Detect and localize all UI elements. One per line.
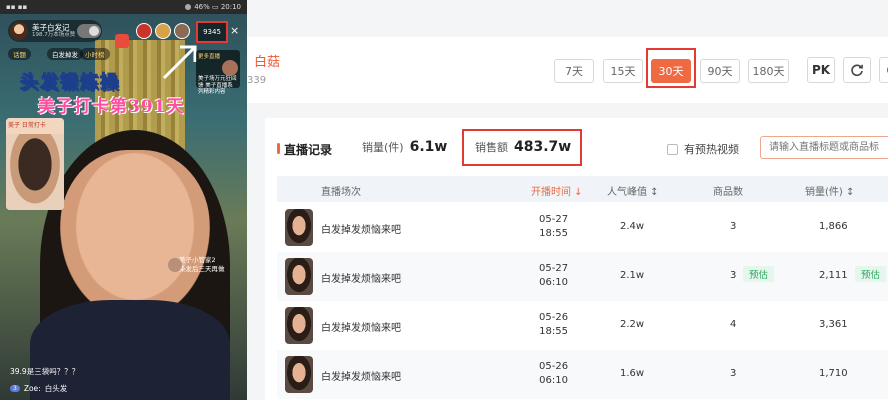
estimate-badge: 预估 (855, 266, 887, 282)
more-live-panel[interactable]: 更多直播 美子场万元狂回馈 美子直播系列精彩内容 (196, 50, 240, 95)
checkbox[interactable] (667, 143, 678, 155)
peak-viewers: 1.6w (620, 368, 645, 379)
section-title: 直播记录 (277, 141, 332, 158)
product-card[interactable]: 美子 日常打卡 (6, 118, 64, 210)
comment-text: 白头发 (44, 384, 68, 393)
product-image (6, 134, 64, 210)
viewer-avatar (174, 23, 190, 39)
stream-title-line1: 头发锻炼操 (20, 72, 120, 94)
column-header-start-time[interactable]: 开播时间 ↓ (531, 183, 583, 198)
table-row[interactable]: 白发掉发烦恼来吧 05-27 06:10 2.1w 3 预估 2,111 预估 (277, 252, 888, 301)
analytics-dashboard: 白菇 339 7天 15天 30天 90天 180天 PK 直播记录 销量(件)… (247, 0, 888, 400)
goods-count: 3 (730, 270, 737, 281)
more-tool-button[interactable] (879, 57, 888, 83)
table-row[interactable]: 白发掉发烦恼来吧 05-26 06:10 1.6w 3 1,710 (277, 350, 888, 399)
preheat-video-filter[interactable]: 有预热视频 (667, 141, 739, 157)
assistant-text: 染发后三天再做 (179, 264, 225, 273)
status-right: 46% ▭ 20:10 (194, 3, 241, 11)
user-level-badge: 3 (10, 385, 20, 392)
live-stream-phone: ▪▪ ▪▪ 46% ▭ 20:10 美子白发记 198.7万本场点赞 9345 … (0, 0, 247, 400)
sales-count: 1,710 (819, 368, 848, 379)
column-header-peak[interactable]: 人气峰值 ↕ (607, 183, 659, 198)
table-row[interactable]: 白发掉发烦恼来吧 05-26 18:55 2.2w 4 3,361 (277, 301, 888, 350)
sales-count: 2,111 (819, 270, 848, 281)
assistant-name: 美子小管家2 (179, 256, 216, 264)
red-packet-icon[interactable] (115, 34, 129, 48)
goods-count: 3 (730, 221, 737, 232)
follow-toggle[interactable] (77, 24, 101, 38)
range-15d-button[interactable]: 15天 (603, 59, 643, 83)
host-name: 美子白发记 (32, 22, 70, 32)
viewer-avatars[interactable] (136, 23, 190, 39)
host-avatar (10, 22, 28, 40)
chat-comment: 39.9是三袋吗？？？ (10, 367, 80, 376)
table-row[interactable]: 白发掉发烦恼来吧 05-27 18:55 2.4w 3 1,866 (277, 203, 888, 252)
estimate-badge: 预估 (743, 266, 775, 282)
start-time: 05-26 06:10 (539, 361, 569, 386)
column-header-goods: 商品数 (713, 187, 743, 198)
session-title[interactable]: 白发掉发烦恼来吧 (321, 319, 401, 334)
range-180d-button[interactable]: 180天 (748, 59, 789, 83)
hourly-rank-tag[interactable]: 小时榜 (80, 48, 110, 60)
account-id: 339 (247, 75, 267, 86)
peak-viewers: 2.4w (620, 221, 645, 232)
range-7d-button[interactable]: 7天 (554, 59, 594, 83)
more-live-thumbnail (222, 60, 238, 76)
chat-comment: 3 Zoe: 白头发 (10, 383, 67, 394)
account-name: 白菇 (254, 55, 281, 70)
product-banner: 美子 日常打卡 (6, 118, 64, 134)
viewer-avatar (155, 23, 171, 39)
refresh-button[interactable] (843, 57, 871, 83)
sales-amount-metric: 销售额 483.7w (475, 139, 572, 155)
session-title[interactable]: 白发掉发烦恼来吧 (321, 221, 401, 236)
topic-tag[interactable]: 话题 (8, 48, 31, 60)
session-thumbnail (285, 356, 313, 393)
session-thumbnail (285, 307, 313, 344)
hair-loss-tag[interactable]: 白发掉发 (47, 48, 83, 60)
peak-viewers: 2.1w (620, 270, 645, 281)
session-thumbnail (285, 209, 313, 246)
host-face (60, 150, 210, 320)
viewer-avatar (136, 23, 152, 39)
range-90d-button[interactable]: 90天 (700, 59, 740, 83)
peak-viewers: 2.2w (620, 319, 645, 330)
sales-count: 3,361 (819, 319, 848, 330)
refresh-icon (851, 64, 863, 77)
sales-qty-metric: 销量(件) 6.1w (362, 139, 448, 155)
screenshot-root: ▪▪ ▪▪ 46% ▭ 20:10 美子白发记 198.7万本场点赞 9345 … (0, 0, 888, 400)
start-time: 05-27 06:10 (539, 263, 569, 288)
assistant-avatar (168, 258, 182, 272)
host-likes: 198.7万本场点赞 (32, 32, 76, 38)
more-live-subtitle: 美子场万元狂回馈 美子直播系列精彩内容 (198, 76, 237, 96)
search-input[interactable] (760, 136, 888, 159)
stream-title-line2: 美子打卡第391天 (38, 97, 185, 117)
close-icon[interactable]: × (230, 24, 239, 37)
phone-status-bar: ▪▪ ▪▪ 46% ▭ 20:10 (0, 0, 247, 14)
column-header-sales[interactable]: 销量(件) ↕ (805, 183, 854, 198)
session-thumbnail (285, 258, 313, 295)
column-header-session: 直播场次 (321, 187, 361, 198)
goods-count: 4 (730, 319, 737, 330)
start-time: 05-27 18:55 (539, 214, 569, 239)
session-title[interactable]: 白发掉发烦恼来吧 (321, 368, 401, 383)
session-title[interactable]: 白发掉发烦恼来吧 (321, 270, 401, 285)
goods-count: 3 (730, 368, 737, 379)
sales-count: 1,866 (819, 221, 848, 232)
more-live-title: 更多直播 (198, 54, 221, 60)
range-30d-button[interactable]: 30天 (651, 59, 691, 83)
comment-user: Zoe: (23, 384, 41, 393)
pk-button[interactable]: PK (807, 57, 835, 83)
start-time: 05-26 18:55 (539, 312, 569, 337)
viewer-count[interactable]: 9345 (196, 21, 228, 43)
assistant-message: 美子小管家2 染发后三天再做 (168, 256, 225, 274)
status-left: ▪▪ ▪▪ (6, 3, 28, 11)
camera-dot-icon (185, 4, 192, 10)
annotation-arrow-icon (162, 45, 197, 80)
